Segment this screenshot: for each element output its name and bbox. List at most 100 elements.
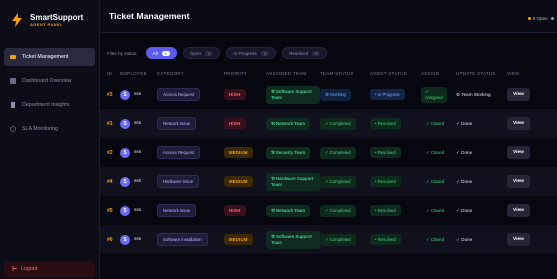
update-status[interactable]: ✓ Done <box>456 237 472 243</box>
status-counts: 0 Open 3 <box>527 16 557 21</box>
sidebar: SmartSupport AGENT PANEL Ticket Manageme… <box>0 0 100 279</box>
agent-status-badge: • Resolved <box>370 176 401 187</box>
agent-status-badge: • Resolved <box>370 147 401 158</box>
team-status-badge: ✓ Completed <box>320 117 356 130</box>
avatar: S <box>120 205 130 216</box>
clock-icon <box>10 126 16 132</box>
sidebar-item-dashboard-overview[interactable]: Dashboard Overview <box>4 72 95 90</box>
category-badge: Network Issue <box>157 117 197 130</box>
category-badge: Network Issue <box>157 204 197 217</box>
table-row: #4 Ssss Hardware Issue MEDIUM ⚒ Hardware… <box>100 167 557 196</box>
sidebar-item-sla-monitoring[interactable]: SLA Monitoring <box>4 120 95 138</box>
topbar: Ticket Management <box>100 0 557 33</box>
filter-label: Filter by status: <box>107 50 138 56</box>
assign-status[interactable]: ✓ Closed <box>421 147 449 159</box>
priority-badge: MEDIUM <box>224 147 253 158</box>
assign-status[interactable]: ✓ Closed <box>421 205 449 217</box>
update-status[interactable]: ✓ Done <box>456 179 472 185</box>
sidebar-item-label: Dashboard Overview <box>22 78 72 84</box>
assign-status[interactable]: ✓ Closed <box>421 234 449 246</box>
logout-button[interactable]: Logout <box>4 261 95 277</box>
table-row: #3 Ssss Access Request HIGH ⚒ Software S… <box>100 80 557 109</box>
sidebar-item-department-insights[interactable]: Department Insights <box>4 96 95 114</box>
avatar: S <box>120 147 130 158</box>
filter-bar: Filter by status: All 6 Open 0 In Progress… <box>100 33 557 65</box>
team-badge: ⚒ Hardware Support Team <box>266 172 320 191</box>
table-header: ID EMPLOYEE CATEGORY PRIORITY ASSIGNED T… <box>100 66 557 80</box>
team-status-badge: ⚙ Working <box>320 88 351 101</box>
priority-badge: MEDIUM <box>224 176 253 187</box>
ticket-icon <box>10 54 16 60</box>
employee-name: sss <box>134 237 142 242</box>
agent-status-badge: • Resolved <box>370 234 401 245</box>
logout-label: Logout <box>21 266 38 272</box>
view-button[interactable]: View <box>507 88 530 101</box>
sidebar-item-label: SLA Monitoring <box>22 126 58 132</box>
update-status[interactable]: ⚙ Team Working <box>456 92 491 98</box>
team-status-badge: ✓ Completed <box>320 204 356 217</box>
ticket-id[interactable]: #1 <box>107 121 113 127</box>
col-priority: PRIORITY <box>224 70 248 76</box>
assign-status[interactable]: ✓ Closed <box>421 118 449 130</box>
ticket-id[interactable]: #4 <box>107 179 113 185</box>
employee-name: sss <box>134 121 142 126</box>
brand: SmartSupport AGENT PANEL <box>0 0 99 38</box>
main-content: Ticket Management 0 Open 3 Filter by sta… <box>100 0 557 279</box>
avatar: S <box>120 176 130 187</box>
table-row: #6 Ssss Software Installation MEDIUM ⚒ S… <box>100 225 557 254</box>
check-icon: ✓ <box>425 88 429 94</box>
update-status[interactable]: ✓ Done <box>456 208 472 214</box>
filter-chip-in-progress[interactable]: In Progress 0 <box>226 47 277 59</box>
employee-name: sss <box>134 92 142 97</box>
open-count: 0 Open <box>527 16 547 21</box>
col-agent-status: AGENT STATUS <box>370 70 407 76</box>
view-button[interactable]: View <box>507 117 530 130</box>
avatar: S <box>120 89 130 100</box>
sidebar-item-label: Ticket Management <box>22 54 69 60</box>
view-button[interactable]: View <box>507 233 530 246</box>
filter-chip-all[interactable]: All 6 <box>145 47 177 59</box>
assign-status[interactable]: ✓ Closed <box>421 176 449 188</box>
dashboard-icon <box>10 78 16 84</box>
team-status-badge: ✓ Completed <box>320 175 356 188</box>
ticket-id[interactable]: #2 <box>107 150 113 156</box>
team-badge: ⚒ Network Team <box>266 117 311 130</box>
ticket-id[interactable]: #5 <box>107 208 113 214</box>
category-badge: Software Installation <box>157 233 208 246</box>
priority-badge: HIGH <box>224 89 246 100</box>
col-category: CATEGORY <box>157 70 184 76</box>
agent-status-badge: • In Progress <box>370 89 405 100</box>
priority-badge: HIGH <box>224 205 246 216</box>
building-icon <box>10 102 16 108</box>
avatar: S <box>120 234 130 245</box>
update-status[interactable]: ✓ Done <box>456 121 472 127</box>
update-status[interactable]: ✓ Done <box>456 150 472 156</box>
employee-name: sss <box>134 150 142 155</box>
filter-chip-resolved[interactable]: Resolved 0 <box>282 47 328 59</box>
lightning-bolt-icon <box>10 12 24 28</box>
col-id: ID <box>107 70 112 76</box>
employee-name: sss <box>134 179 142 184</box>
brand-title: SmartSupport <box>30 12 84 22</box>
priority-badge: MEDIUM <box>224 234 253 245</box>
team-badge: ⚒ Software Support Team <box>266 230 320 249</box>
col-assign: ASSIGN <box>421 70 440 76</box>
view-button[interactable]: View <box>507 146 530 159</box>
assign-status[interactable]: ✓ Assigned <box>421 86 447 103</box>
category-badge: Access Request <box>157 146 201 159</box>
view-button[interactable]: View <box>507 175 530 188</box>
filter-chip-open[interactable]: Open 0 <box>182 47 221 59</box>
team-status-badge: ✓ Completed <box>320 146 356 159</box>
table-row: #2 Ssss Access Request MEDIUM ⚒ Security… <box>100 138 557 167</box>
sidebar-item-ticket-management[interactable]: Ticket Management <box>4 48 95 66</box>
view-button[interactable]: View <box>507 204 530 217</box>
team-badge: ⚒ Network Team <box>266 204 311 217</box>
ticket-id[interactable]: #6 <box>107 237 113 243</box>
team-badge: ⚒ Security Team <box>266 146 311 159</box>
agent-status-badge: • Resolved <box>370 205 401 216</box>
ticket-id[interactable]: #3 <box>107 92 113 98</box>
category-badge: Access Request <box>157 88 201 101</box>
priority-badge: HIGH <box>224 118 246 129</box>
progress-dot-icon <box>551 17 555 20</box>
page-title: Ticket Management <box>109 11 190 21</box>
